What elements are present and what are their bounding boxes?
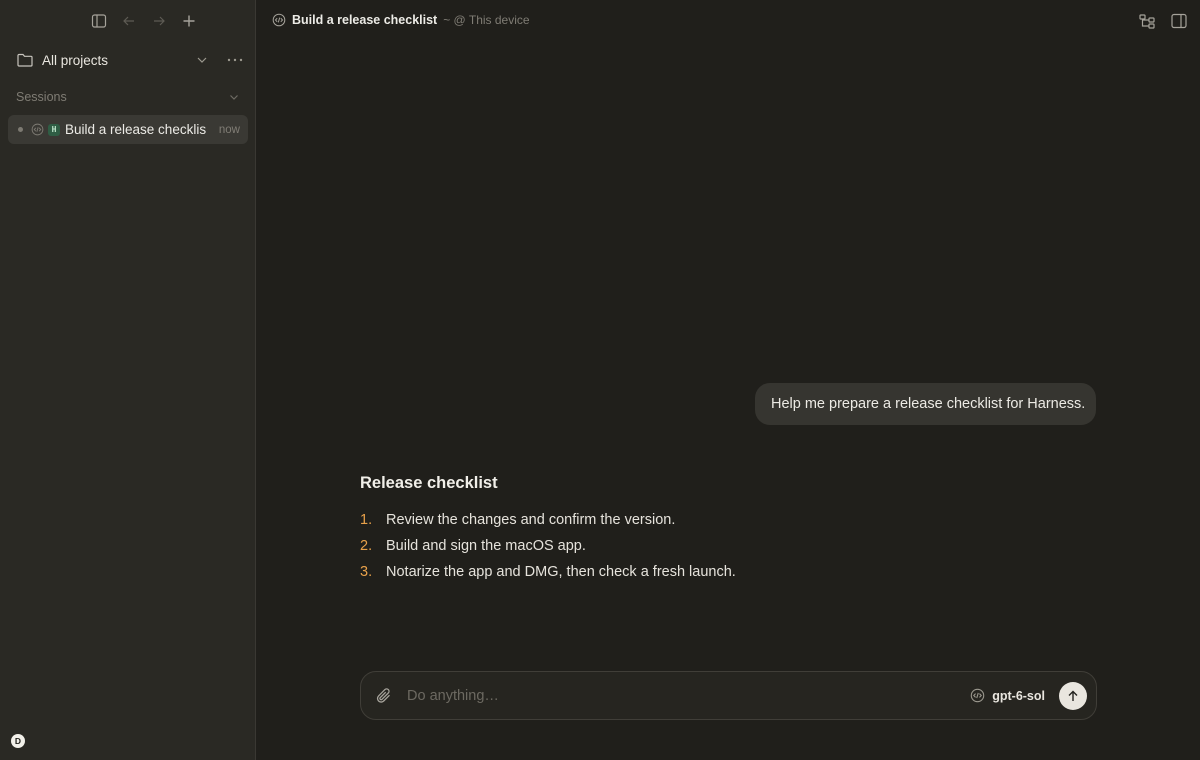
app-window: All projects Sessions H Build a release …: [0, 0, 1200, 760]
more-options-icon[interactable]: [225, 51, 245, 69]
forward-arrow-icon[interactable]: [148, 10, 170, 32]
back-arrow-icon[interactable]: [118, 10, 140, 32]
model-selector[interactable]: gpt-6-sol: [970, 688, 1045, 703]
list-text: Review the changes and confirm the versi…: [386, 512, 676, 528]
list-number: 1.: [360, 512, 373, 528]
code-agent-icon: [31, 123, 44, 136]
folder-icon: [17, 53, 33, 67]
list-text: Build and sign the macOS app.: [386, 538, 586, 554]
avatar[interactable]: D: [11, 734, 25, 748]
page-title: Build a release checklist: [292, 13, 438, 27]
composer: gpt-6-sol: [360, 671, 1097, 720]
code-agent-icon: [970, 688, 985, 703]
model-name: gpt-6-sol: [992, 688, 1045, 703]
assistant-response: Release checklist 1. Review the changes …: [360, 474, 1100, 585]
sidebar-toolbar: [88, 10, 200, 32]
list-number: 2.: [360, 538, 373, 554]
paperclip-icon[interactable]: [375, 687, 393, 705]
file-tree-icon[interactable]: [1136, 10, 1158, 32]
session-time: now: [218, 123, 240, 136]
response-heading: Release checklist: [360, 474, 498, 492]
project-badge: H: [48, 123, 60, 136]
list-item: 3. Notarize the app and DMG, then check …: [360, 559, 1100, 585]
chevron-down-icon[interactable]: [193, 51, 211, 69]
checklist: 1. Review the changes and confirm the ve…: [360, 507, 1100, 585]
header: Build a release checklist ~ @ This devic…: [256, 0, 1200, 40]
location-label: ~ @ This device: [443, 13, 530, 27]
projects-label: All projects: [42, 52, 109, 68]
header-actions: [1136, 10, 1190, 32]
chevron-down-icon[interactable]: [227, 90, 241, 104]
list-item: 2. Build and sign the macOS app.: [360, 533, 1100, 559]
new-session-plus-icon[interactable]: [178, 10, 200, 32]
status-dot: [18, 127, 23, 132]
sessions-header[interactable]: Sessions: [16, 88, 241, 106]
list-item: 1. Review the changes and confirm the ve…: [360, 507, 1100, 533]
send-button[interactable]: [1059, 681, 1087, 710]
arrow-up-icon: [1068, 690, 1078, 701]
list-text: Notarize the app and DMG, then check a f…: [386, 564, 736, 580]
prompt-input[interactable]: [405, 686, 971, 705]
sidebar: All projects Sessions H Build a release …: [0, 0, 256, 760]
list-number: 3.: [360, 564, 373, 580]
user-message: Help me prepare a release checklist for …: [755, 383, 1096, 425]
session-title: Build a release checklis: [65, 122, 207, 137]
code-agent-icon: [272, 13, 286, 27]
sessions-label: Sessions: [16, 90, 67, 104]
projects-selector[interactable]: All projects: [16, 48, 245, 72]
toggle-sidebar-icon[interactable]: [88, 10, 110, 32]
session-item[interactable]: H Build a release checklis now: [8, 115, 248, 144]
toggle-right-panel-icon[interactable]: [1168, 10, 1190, 32]
